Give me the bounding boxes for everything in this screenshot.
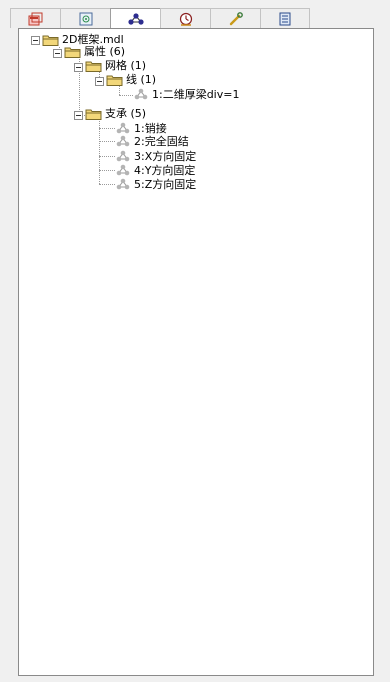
tree-support-item-label[interactable]: 4:Y方向固定 xyxy=(134,165,195,177)
expand-toggle[interactable] xyxy=(74,111,83,120)
tree-properties-label[interactable]: 属性 (6) xyxy=(84,46,125,58)
tree-guide xyxy=(99,128,115,129)
tree-support-item-label[interactable]: 1:销接 xyxy=(134,123,167,135)
tab-history[interactable] xyxy=(160,8,210,28)
tree-mesh-label[interactable]: 网格 (1) xyxy=(105,60,146,72)
node-network-icon xyxy=(134,88,148,100)
folder-open-icon xyxy=(85,109,102,120)
folder-open-icon xyxy=(106,75,123,86)
node-network-icon xyxy=(116,164,130,176)
property-panel: 2D框架.mdl 属性 (6) 网格 (1) 线 (1) 1:二维厚梁div=1 xyxy=(0,0,390,682)
node-network-icon xyxy=(116,150,130,162)
folder-open-icon xyxy=(42,35,59,46)
tree-supports-label[interactable]: 支承 (5) xyxy=(105,108,146,120)
view-icon xyxy=(79,12,92,25)
expand-toggle[interactable] xyxy=(95,77,104,86)
node-network-icon xyxy=(127,13,144,25)
document-icon xyxy=(279,12,291,25)
tree-support-item-label[interactable]: 3:X方向固定 xyxy=(134,151,196,163)
tab-tools[interactable] xyxy=(210,8,260,28)
tree-line-label[interactable]: 线 (1) xyxy=(126,74,156,86)
tab-view[interactable] xyxy=(60,8,110,28)
tree-guide xyxy=(99,170,115,171)
node-network-icon xyxy=(116,178,130,190)
panel-tabbar xyxy=(10,8,314,29)
tab-report[interactable] xyxy=(260,8,310,28)
tree-guide xyxy=(99,141,115,142)
folder-open-icon xyxy=(64,47,81,58)
tree-guide xyxy=(99,184,115,185)
stacked-windows-icon xyxy=(28,12,42,25)
tab-property-tree[interactable] xyxy=(110,8,160,29)
node-network-icon xyxy=(116,135,130,147)
tree-line-item-label[interactable]: 1:二维厚梁div=1 xyxy=(152,89,239,101)
tab-model[interactable] xyxy=(10,8,60,28)
node-network-icon xyxy=(116,122,130,134)
folder-open-icon xyxy=(85,61,102,72)
clock-icon xyxy=(179,12,192,26)
wrench-icon xyxy=(229,11,243,25)
tree-guide xyxy=(119,95,133,96)
tree-guide xyxy=(99,121,100,184)
tree-guide xyxy=(99,156,115,157)
expand-toggle[interactable] xyxy=(74,63,83,72)
tree-support-item-label[interactable]: 5:Z方向固定 xyxy=(134,179,196,191)
tree-support-item-label[interactable]: 2:完全固结 xyxy=(134,136,189,148)
expand-toggle[interactable] xyxy=(53,49,62,58)
expand-toggle[interactable] xyxy=(31,36,40,45)
property-tree[interactable]: 2D框架.mdl 属性 (6) 网格 (1) 线 (1) 1:二维厚梁div=1 xyxy=(18,28,374,676)
